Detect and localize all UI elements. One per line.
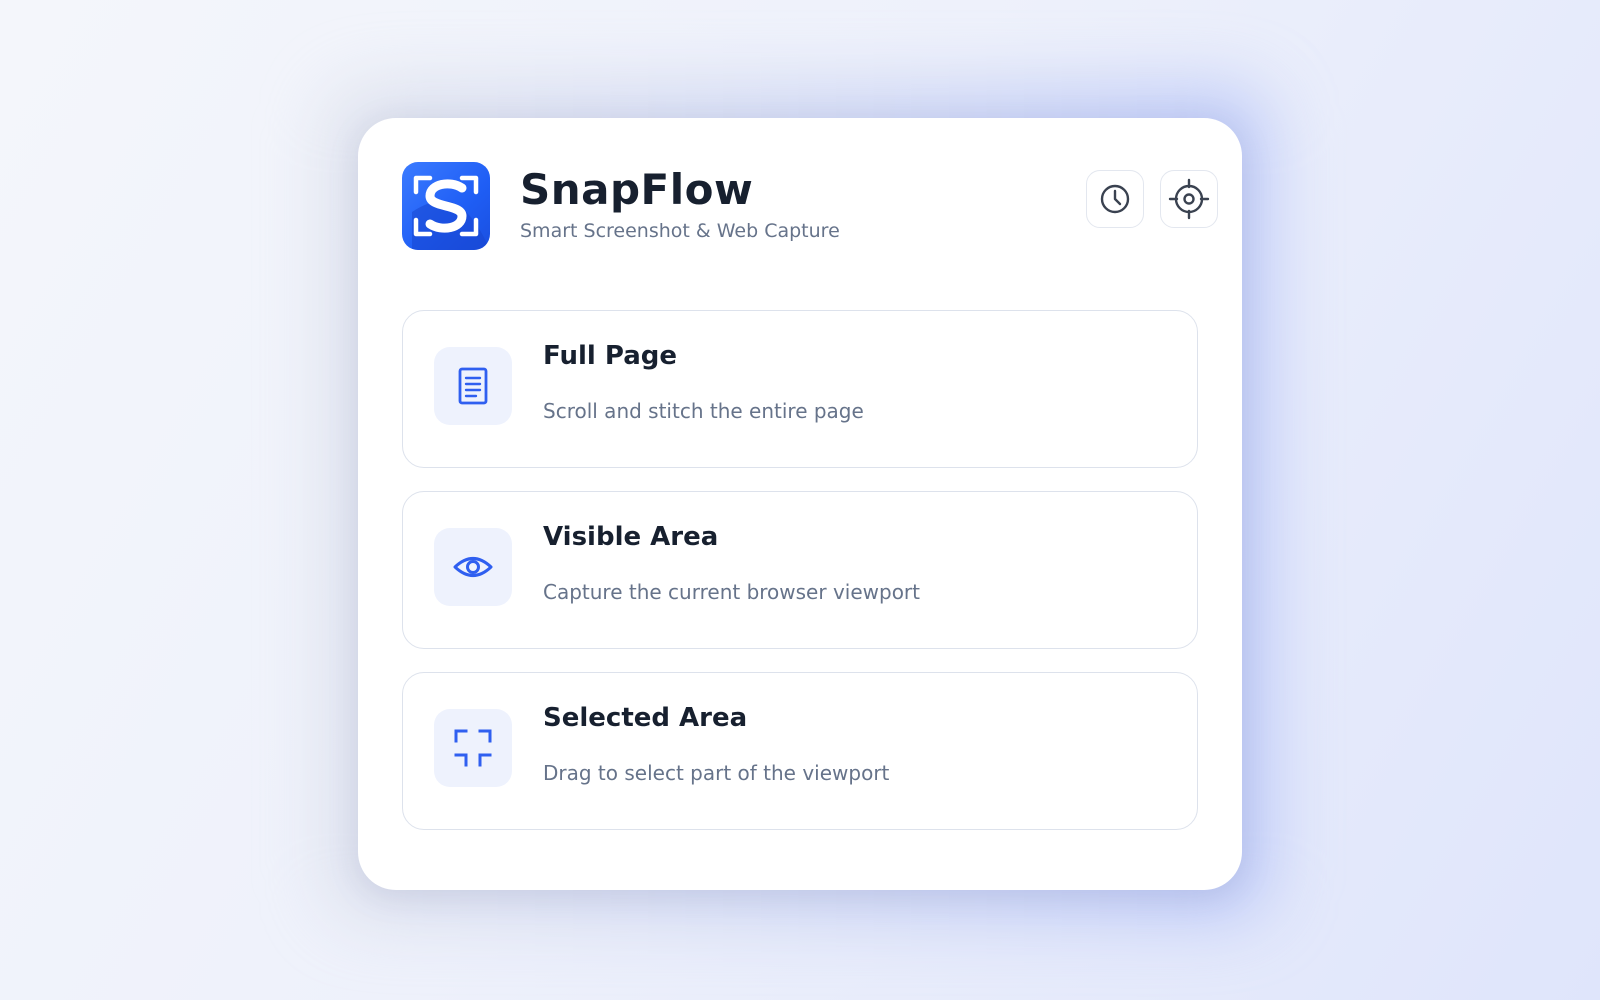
selected-area-description: Drag to select part of the viewport	[543, 761, 890, 785]
visible-area-option[interactable]: Visible Area Capture the current browser…	[402, 491, 1198, 649]
full-page-title: Full Page	[543, 341, 677, 371]
selection-corners-icon	[454, 729, 492, 767]
full-page-option[interactable]: Full Page Scroll and stitch the entire p…	[402, 310, 1198, 468]
snapflow-logo-icon	[402, 162, 490, 250]
popup-header: SnapFlow Smart Screenshot & Web Capture	[402, 162, 1218, 252]
visible-area-title: Visible Area	[543, 522, 719, 552]
selected-area-icon-tile	[434, 709, 512, 787]
app-subtitle: Smart Screenshot & Web Capture	[520, 220, 840, 242]
target-icon	[1168, 178, 1210, 220]
app-title: SnapFlow	[520, 165, 754, 214]
visible-area-description: Capture the current browser viewport	[543, 580, 920, 604]
selected-area-option[interactable]: Selected Area Drag to select part of the…	[402, 672, 1198, 830]
document-icon	[458, 367, 488, 405]
clock-icon	[1100, 184, 1130, 214]
full-page-icon-tile	[434, 347, 512, 425]
selected-area-title: Selected Area	[543, 703, 748, 733]
history-button[interactable]	[1086, 170, 1144, 228]
target-button[interactable]	[1160, 170, 1218, 228]
eye-icon	[453, 557, 493, 577]
full-page-description: Scroll and stitch the entire page	[543, 399, 864, 423]
visible-area-icon-tile	[434, 528, 512, 606]
capture-popup: SnapFlow Smart Screenshot & Web Capture …	[358, 118, 1242, 890]
